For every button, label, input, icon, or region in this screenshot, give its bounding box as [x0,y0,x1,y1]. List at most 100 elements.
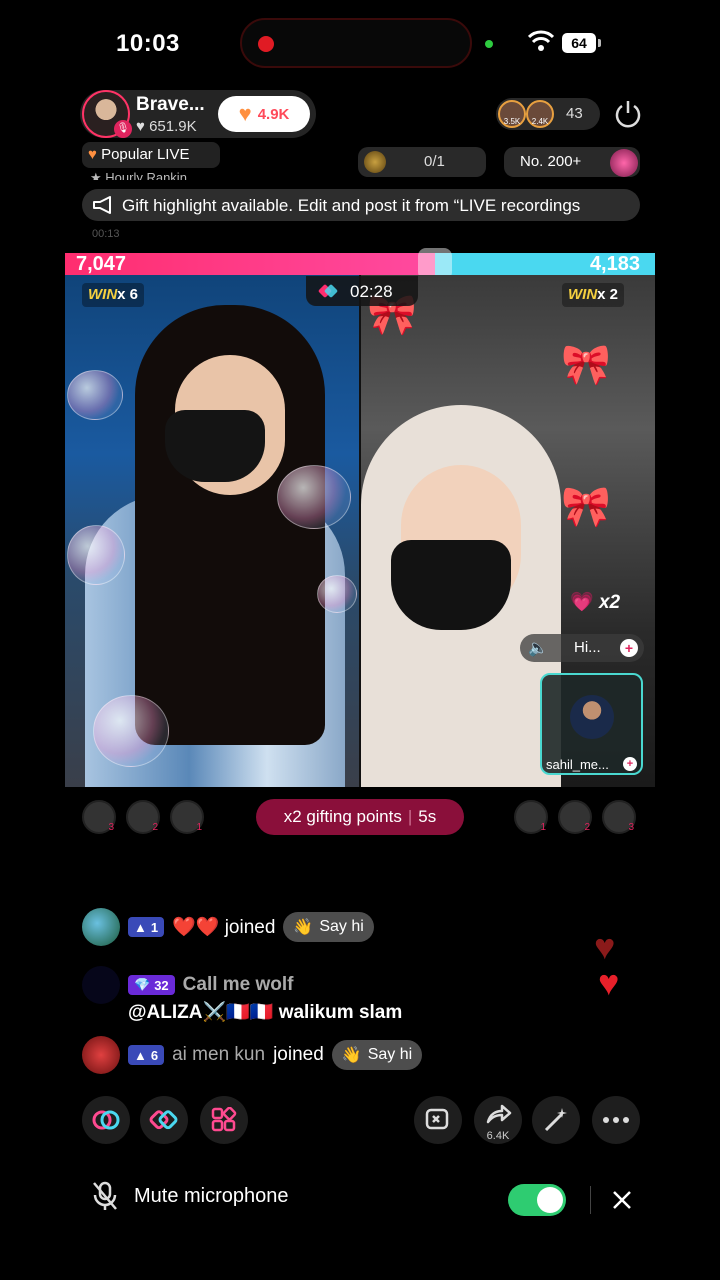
guest-name: sahil_me... [546,757,609,772]
gifter-avatar[interactable]: 1 [514,800,548,834]
add-guest-icon[interactable]: + [620,639,638,657]
mute-microphone-row[interactable]: Mute microphone [90,1180,289,1212]
apps-grid-icon[interactable] [200,1096,248,1144]
viewer-count: 43 [566,105,583,122]
gifting-points-text: x2 gifting points [283,807,402,826]
follow-button[interactable]: ♥ 4.9K [218,96,310,132]
guest-avatar [570,695,614,739]
heart-icon: ♥ [88,146,97,163]
chat-avatar[interactable] [82,1036,120,1074]
host-name: Brave... [136,94,205,115]
chat-text: joined [273,1044,324,1065]
say-hi-button[interactable]: 👋 Say hi [331,1040,423,1070]
gifter-avatar[interactable]: 3 [82,800,116,834]
gift-goal-progress: 0/1 [424,153,445,170]
share-count: 6.4K [486,1130,510,1142]
chat-message[interactable]: ▲ 6 ai men kun joined 👋 Say hi [82,1036,423,1074]
status-time: 10:03 [116,30,180,57]
battle-icon[interactable] [140,1096,188,1144]
battle-icon [318,284,338,298]
more-options-icon[interactable] [592,1096,640,1144]
heart-icon: ♥ [238,101,252,126]
level-number: 32 [154,977,169,993]
left-top-gifters[interactable]: 3 2 1 [82,800,212,836]
viewer-avatar[interactable]: 2.4K [526,100,554,128]
follow-count: 4.9K [257,105,290,123]
gem-multiplier: 💗 x2 [570,590,620,614]
level-badge: ▲ 6 [128,1045,165,1065]
gifting-points-pill: x2 gifting points | 5s [256,799,464,835]
share-icon[interactable]: 6.4K [474,1096,522,1144]
megaphone-icon [93,196,111,214]
speaker-icon: 🔈 [528,640,548,657]
chat-text: @ALIZA⚔️🇫🇷🇫🇷 walikum slam [128,1002,403,1023]
follow-guest-icon[interactable]: + [623,757,637,771]
gem-heart-icon: 💗 [570,592,594,613]
guest-pill-text: Hi... [574,639,601,656]
right-win-streak: WINx 2 [562,283,625,307]
stream-divider [359,275,361,787]
gift-highlight-banner[interactable]: Gift highlight available. Edit and post … [82,189,640,221]
camera-indicator-icon [485,40,493,48]
left-score: 7,047 [76,253,127,275]
rank-badge[interactable]: No. 200+ [504,147,640,177]
gift-goal-icon [364,151,386,173]
power-icon[interactable] [612,98,644,130]
level-number: 6 [150,1047,159,1063]
level-badge: 💎 32 [128,975,175,995]
win-label: WIN [88,286,118,303]
magic-wand-icon[interactable] [532,1096,580,1144]
hourly-ranking[interactable]: ★ Hourly Rankin [90,170,187,180]
recording-indicator-icon [258,36,274,52]
gifting-timer: 5s [418,807,437,826]
chat-message[interactable]: ▲ 1 ❤️❤️ joined 👋 Say hi [82,908,374,946]
face-mask [165,410,265,482]
host-likes: ♥ 651.9K [136,118,197,135]
battery-icon: 64 [562,33,601,53]
faint-timestamp: 00:13 [92,228,120,240]
chat-username: Call me wolf [182,974,294,995]
divider [590,1186,591,1214]
right-score: 4,183 [589,253,640,275]
banner-text: Gift highlight available. Edit and post … [122,196,581,215]
chat-avatar[interactable] [82,908,120,946]
say-hi-label: Say hi [319,918,364,935]
gifter-avatar[interactable]: 1 [170,800,204,834]
say-hi-button[interactable]: 👋 Say hi [283,912,374,942]
win-label: WIN [568,286,598,303]
gift-goal[interactable]: 0/1 [358,147,486,177]
chat-text: ❤️❤️ joined [172,917,276,938]
face-mask [391,540,511,630]
chat-message[interactable]: 💎 32 Call me wolf [82,966,294,1004]
left-stream-video[interactable] [65,275,359,787]
heart-bubble-icon [317,575,357,613]
heart-bubble-icon [67,525,125,585]
chat-username: ai men kun [172,1044,266,1065]
heart-bubble-icon [277,465,351,529]
link-icon[interactable] [82,1096,130,1144]
guest-card[interactable]: sahil_me... + [540,673,643,775]
say-hi-label: Say hi [367,1046,413,1063]
popular-label: Popular LIVE [101,146,190,163]
level-number: 1 [150,919,159,935]
gifter-avatar[interactable]: 2 [558,800,592,834]
mute-toggle[interactable] [508,1184,566,1216]
host-avatar[interactable]: 🎙 [82,90,132,138]
effects-icon[interactable] [414,1096,462,1144]
rank-label: No. 200+ [520,153,582,170]
chat-avatar[interactable] [82,966,120,1004]
popular-live-badge[interactable]: ♥ Popular LIVE [82,142,220,168]
gifter-avatar[interactable]: 3 [602,800,636,834]
close-icon[interactable] [608,1186,636,1214]
bow-icon: 🎀 [561,485,611,529]
floating-heart-icon: ♥ [598,962,620,1003]
guest-pill[interactable]: 🔈 Hi... + [520,634,644,662]
viewer-avatar[interactable]: 3.5K [498,100,526,128]
win-multiplier: x 2 [597,286,619,303]
gifter-avatar[interactable]: 2 [126,800,160,834]
right-top-gifters[interactable]: 1 2 3 [514,800,644,836]
wave-icon: 👋 [293,919,314,936]
mic-muted-icon: 🎙 [114,120,132,138]
host-likes-count: 651.9K [149,118,197,135]
wifi-icon [528,30,554,51]
